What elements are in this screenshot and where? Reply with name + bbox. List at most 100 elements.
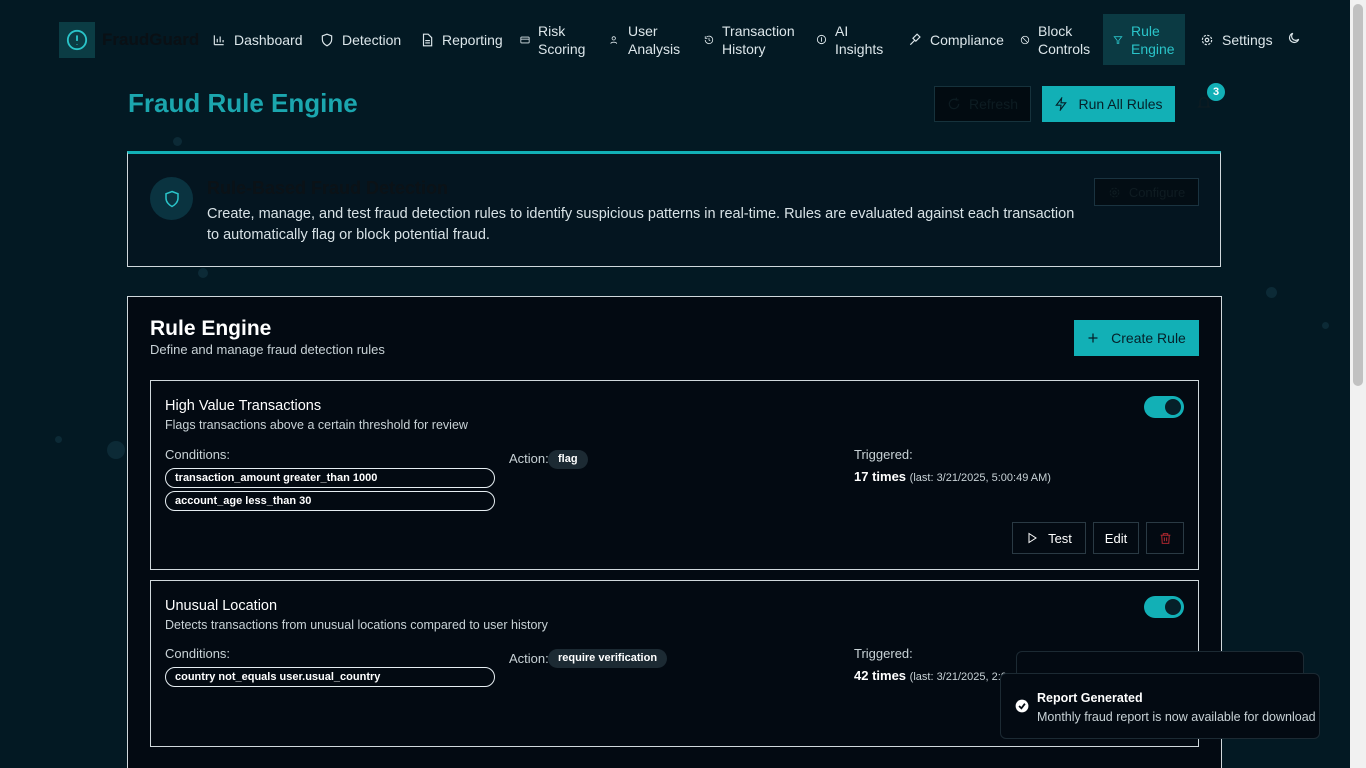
run-all-label: Run All Rules <box>1078 96 1163 112</box>
gear-icon <box>1109 187 1120 197</box>
condition-pill: country not_equals user.usual_country <box>165 667 495 687</box>
run-all-rules-button[interactable]: Run All Rules <box>1042 86 1175 122</box>
background-dot <box>1322 322 1329 329</box>
ban-icon <box>1020 35 1030 44</box>
notification-badge: 3 <box>1207 83 1225 101</box>
panel-subtitle: Define and manage fraud detection rules <box>150 342 385 357</box>
triggered-label: Triggered: <box>854 447 913 462</box>
edit-label: Edit <box>1104 530 1128 546</box>
nav-item-block-controls[interactable]: Block Controls <box>1010 14 1098 65</box>
nav-label: Risk Scoring <box>538 22 586 57</box>
test-rule-button[interactable]: Test <box>1012 522 1086 554</box>
info-title: Rule-Based Fraud Detection <box>207 178 449 198</box>
shield-icon <box>164 190 179 207</box>
rule-toggle[interactable] <box>1144 596 1184 618</box>
toast-description: Monthly fraud report is now available fo… <box>1037 710 1316 724</box>
nav-label: Compliance <box>930 31 1004 48</box>
refresh-icon <box>948 97 960 110</box>
refresh-label: Refresh <box>968 96 1019 112</box>
nav-label: Transaction History <box>722 22 795 57</box>
nav-item-settings[interactable]: Settings <box>1190 14 1283 65</box>
delete-rule-button[interactable] <box>1146 522 1184 554</box>
nav-label: Detection <box>342 31 402 48</box>
nav-item-risk-scoring[interactable]: Risk Scoring <box>510 14 596 65</box>
background-dot <box>198 268 208 278</box>
triggered-times: 42 times <box>854 668 907 683</box>
bar-chart-icon <box>213 34 224 45</box>
toast-title: Report Generated <box>1037 691 1143 705</box>
top-navigation: FraudGuard Dashboard Detection Reporting… <box>0 0 1350 78</box>
action-pill: flag <box>548 450 588 469</box>
triggered-label: Triggered: <box>854 646 913 661</box>
card-icon <box>520 36 530 43</box>
nav-item-dashboard[interactable]: Dashboard <box>202 14 313 65</box>
play-icon <box>1028 532 1038 544</box>
info-card: Rule-Based Fraud Detection Create, manag… <box>127 151 1221 267</box>
lightning-icon <box>1055 97 1068 111</box>
nav-label: Rule Engine <box>1131 22 1175 57</box>
background-dot <box>173 137 182 146</box>
trash-icon <box>1160 532 1170 544</box>
background-dot <box>55 436 62 443</box>
gavel-icon <box>909 32 921 45</box>
triggered-last: (last: 3/21/2025, 2:0 <box>909 671 1007 683</box>
gear-icon <box>1201 34 1213 45</box>
plus-icon <box>1088 333 1098 343</box>
background-dot <box>1266 287 1277 298</box>
triggered-count: 42 times (last: 3/21/2025, 2:0 <box>854 668 1007 683</box>
nav-item-detection[interactable]: Detection <box>310 14 411 65</box>
info-description: Create, manage, and test fraud detection… <box>207 206 1075 243</box>
scrollbar-thumb[interactable] <box>1353 4 1363 386</box>
nav-item-user-analysis[interactable]: User Analysis <box>600 14 690 65</box>
rule-name: Unusual Location <box>165 598 278 614</box>
conditions-label: Conditions: <box>165 646 231 661</box>
rule-toggle[interactable] <box>1144 396 1184 418</box>
document-icon <box>422 33 433 46</box>
action-label: Action: <box>509 651 549 666</box>
create-rule-label: Create Rule <box>1111 330 1186 346</box>
shield-icon <box>321 33 333 46</box>
page-title: Fraud Rule Engine <box>128 88 358 118</box>
conditions-label: Conditions: <box>165 447 231 462</box>
nav-label: Dashboard <box>234 31 303 48</box>
check-circle-icon <box>1015 699 1029 713</box>
test-label: Test <box>1048 530 1072 546</box>
toast-notification[interactable]: Report Generated Monthly fraud report is… <box>1000 673 1320 739</box>
configure-label: Configure <box>1128 184 1186 200</box>
action-label: Action: <box>509 451 549 466</box>
rule-card: High Value Transactions Flags transactio… <box>150 380 1199 570</box>
nav-item-ai-insights[interactable]: AI Insights <box>806 14 892 65</box>
ai-icon <box>816 34 827 45</box>
nav-label: User Analysis <box>628 22 681 57</box>
edit-rule-button[interactable]: Edit <box>1093 522 1139 554</box>
page-scrollbar[interactable] <box>1350 0 1366 768</box>
condition-pill: account_age less_than 30 <box>165 491 495 511</box>
refresh-button[interactable]: Refresh <box>934 86 1031 122</box>
nav-label: Reporting <box>442 31 503 48</box>
nav-label: AI Insights <box>835 22 884 57</box>
nav-item-compliance[interactable]: Compliance <box>898 14 1014 65</box>
nav-item-reporting[interactable]: Reporting <box>410 14 513 65</box>
users-icon <box>610 35 618 44</box>
moon-icon[interactable] <box>1287 31 1301 45</box>
nav-label: Settings <box>1222 31 1273 48</box>
panel-title: Rule Engine <box>150 317 272 340</box>
background-dot <box>107 441 125 459</box>
nav-item-rule-engine[interactable]: Rule Engine <box>1103 14 1185 65</box>
rule-description: Detects transactions from unusual locati… <box>165 618 548 632</box>
filter-icon <box>1113 35 1123 44</box>
info-shield-badge <box>150 177 193 220</box>
app-name: FraudGuard <box>102 30 200 49</box>
nav-item-transaction-history[interactable]: Transaction History <box>694 14 800 65</box>
configure-button[interactable]: Configure <box>1094 178 1199 206</box>
triggered-times: 17 times <box>854 469 907 484</box>
create-rule-button[interactable]: Create Rule <box>1074 320 1199 356</box>
triggered-last: (last: 3/21/2025, 5:00:49 AM) <box>909 472 1051 484</box>
alert-circle-icon <box>66 29 88 51</box>
triggered-count: 17 times (last: 3/21/2025, 5:00:49 AM) <box>854 469 1051 484</box>
action-pill: require verification <box>548 649 668 668</box>
condition-pill: transaction_amount greater_than 1000 <box>165 468 495 488</box>
history-icon <box>704 35 714 44</box>
rule-description: Flags transactions above a certain thres… <box>165 418 468 432</box>
logo[interactable] <box>59 22 95 58</box>
